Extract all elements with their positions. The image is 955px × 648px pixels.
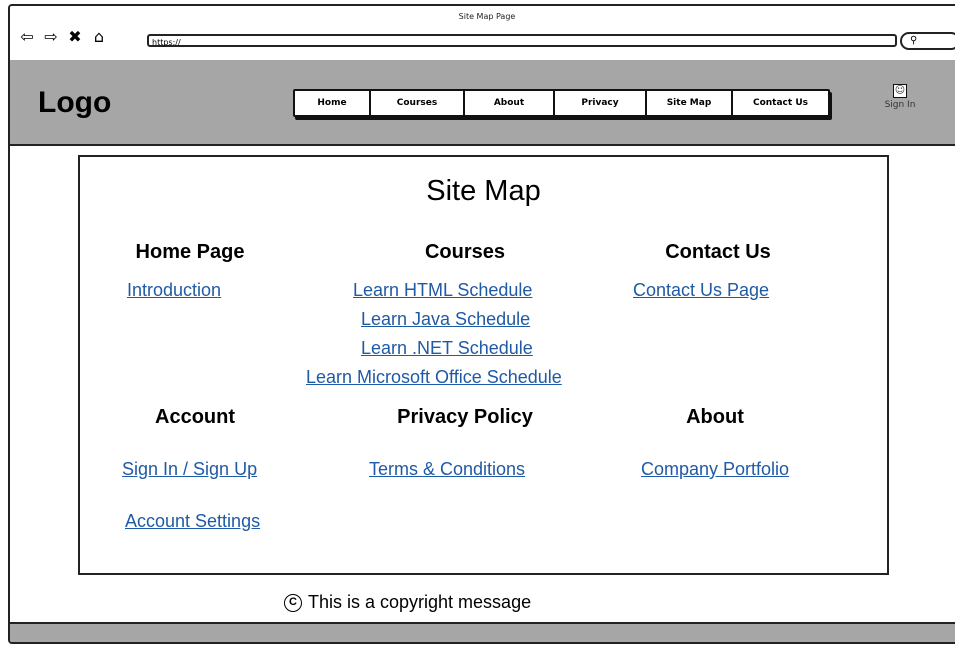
nav-contact-us[interactable]: Contact Us bbox=[733, 91, 828, 115]
address-bar[interactable]: https:// bbox=[147, 34, 897, 47]
heading-home-page: Home Page bbox=[135, 241, 245, 263]
user-icon: ☺ bbox=[893, 84, 907, 98]
link-learn-office[interactable]: Learn Microsoft Office Schedule bbox=[306, 367, 562, 388]
site-header: Logo Home Courses About Privacy Site Map… bbox=[10, 60, 955, 146]
sitemap-panel: Site Map Home Page Courses Contact Us In… bbox=[78, 155, 889, 575]
link-introduction[interactable]: Introduction bbox=[127, 280, 221, 301]
browser-nav-buttons: ⇦ ⇨ ✖ ⌂ bbox=[18, 26, 108, 48]
heading-contact-us: Contact Us bbox=[665, 241, 771, 263]
home-icon[interactable]: ⌂ bbox=[90, 28, 108, 46]
logo[interactable]: Logo bbox=[38, 86, 111, 120]
heading-account: Account bbox=[155, 406, 235, 428]
link-learn-html[interactable]: Learn HTML Schedule bbox=[353, 280, 532, 301]
link-contact-us-page[interactable]: Contact Us Page bbox=[633, 280, 769, 301]
nav-home[interactable]: Home bbox=[295, 91, 371, 115]
copyright-icon: C bbox=[284, 593, 302, 612]
nav-about[interactable]: About bbox=[465, 91, 555, 115]
link-company-portfolio[interactable]: Company Portfolio bbox=[641, 459, 789, 480]
nav-privacy[interactable]: Privacy bbox=[555, 91, 647, 115]
heading-about: About bbox=[686, 406, 744, 428]
sign-in-button[interactable]: ☺ Sign In bbox=[876, 84, 924, 110]
search-icon[interactable]: ⚲ bbox=[900, 32, 955, 50]
link-learn-net[interactable]: Learn .NET Schedule bbox=[361, 338, 533, 359]
page-title: Site Map bbox=[426, 175, 541, 207]
title-bar: Site Map Page ⇦ ⇨ ✖ ⌂ https:// ⚲ bbox=[10, 6, 955, 62]
link-sign-in-sign-up[interactable]: Sign In / Sign Up bbox=[122, 459, 257, 480]
copyright-message: C This is a copyright message bbox=[284, 592, 531, 613]
link-account-settings[interactable]: Account Settings bbox=[125, 511, 260, 532]
link-learn-java[interactable]: Learn Java Schedule bbox=[361, 309, 530, 330]
window-title: Site Map Page bbox=[458, 12, 516, 21]
nav-courses[interactable]: Courses bbox=[371, 91, 465, 115]
heading-courses: Courses bbox=[424, 241, 506, 263]
link-terms-conditions[interactable]: Terms & Conditions bbox=[369, 459, 525, 480]
forward-arrow-icon[interactable]: ⇨ bbox=[42, 28, 60, 46]
sign-in-label: Sign In bbox=[884, 100, 916, 110]
main-nav: Home Courses About Privacy Site Map Cont… bbox=[293, 89, 830, 117]
close-icon[interactable]: ✖ bbox=[66, 28, 84, 46]
copyright-text: This is a copyright message bbox=[308, 592, 532, 612]
status-bar bbox=[10, 622, 955, 642]
heading-privacy-policy: Privacy Policy bbox=[397, 406, 533, 428]
back-arrow-icon[interactable]: ⇦ bbox=[18, 28, 36, 46]
nav-site-map[interactable]: Site Map bbox=[647, 91, 733, 115]
